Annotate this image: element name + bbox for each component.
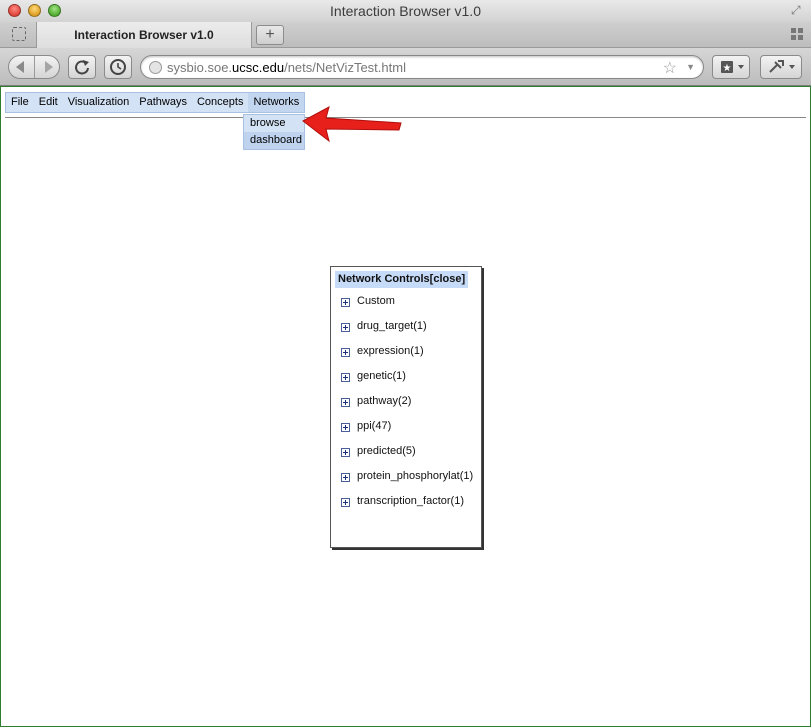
tab-overview-icon[interactable] [791, 28, 803, 40]
app-menubar: File Edit Visualization Pathways Concept… [5, 92, 306, 113]
networks-dropdown: browse dashboard [243, 114, 305, 150]
bookmarks-button[interactable]: ★ [712, 55, 750, 79]
expand-plus-icon[interactable] [341, 298, 350, 307]
menu-edit[interactable]: Edit [34, 93, 63, 112]
reload-button[interactable] [68, 55, 96, 79]
tree-label: genetic(1) [357, 370, 406, 382]
tree-label: predicted(5) [357, 445, 416, 457]
network-controls-panel: Network Controls[close] Custom drug_targ… [330, 266, 482, 548]
tab-favicon-icon [12, 27, 26, 41]
tree-label: ppi(47) [357, 420, 392, 432]
menu-item-dashboard[interactable]: dashboard [244, 132, 304, 149]
tools-button[interactable] [760, 55, 802, 79]
expand-plus-icon[interactable] [341, 498, 350, 507]
menu-pathways[interactable]: Pathways [134, 93, 192, 112]
menu-item-browse[interactable]: browse [244, 115, 304, 132]
tab-interaction-browser[interactable]: Interaction Browser v1.0 [36, 22, 252, 48]
history-nav [8, 55, 60, 79]
tab-bar: Interaction Browser v1.0 + [0, 22, 811, 48]
expand-plus-icon[interactable] [341, 398, 350, 407]
bookmarks-icon: ★ [721, 61, 744, 74]
new-tab-button[interactable]: + [256, 25, 284, 45]
browser-toolbar: sysbio.soe.ucsc.edu/nets/NetVizTest.html… [0, 48, 811, 86]
menu-file[interactable]: File [6, 93, 34, 112]
menu-concepts[interactable]: Concepts [192, 93, 248, 112]
tab-label: Interaction Browser v1.0 [74, 28, 214, 42]
forward-icon[interactable] [36, 56, 60, 78]
globe-icon [149, 61, 162, 74]
panel-title[interactable]: Network Controls[close] [335, 271, 469, 288]
tree-label: protein_phosphorylat(1) [357, 470, 474, 482]
back-icon[interactable] [9, 56, 33, 78]
address-bar[interactable]: sysbio.soe.ucsc.edu/nets/NetVizTest.html… [140, 55, 704, 79]
tree-label: Custom [357, 295, 395, 307]
page-viewport: File Edit Visualization Pathways Concept… [0, 86, 811, 727]
window-title: Interaction Browser v1.0 [330, 3, 481, 19]
expand-plus-icon[interactable] [341, 448, 350, 457]
tools-icon [769, 60, 795, 73]
expand-plus-icon[interactable] [341, 423, 350, 432]
menu-visualization[interactable]: Visualization [63, 93, 135, 112]
red-arrow-annotation [302, 106, 402, 143]
history-button[interactable] [104, 55, 132, 79]
clock-icon [110, 59, 126, 75]
svg-text:★: ★ [723, 63, 732, 74]
expand-plus-icon[interactable] [341, 473, 350, 482]
menu-networks[interactable]: Networks [248, 93, 305, 112]
tree-label: expression(1) [357, 345, 424, 357]
url-dropdown-icon[interactable]: ▼ [686, 62, 695, 72]
tree-label: transcription_factor(1) [357, 495, 464, 507]
fullscreen-icon[interactable]: ⤢ [791, 3, 805, 17]
expand-plus-icon[interactable] [341, 348, 350, 357]
window-titlebar: Interaction Browser v1.0 ⤢ [0, 0, 811, 22]
url-text: sysbio.soe.ucsc.edu/nets/NetVizTest.html [167, 60, 406, 75]
bookmark-star-icon[interactable]: ☆ [663, 58, 677, 78]
expand-plus-icon[interactable] [341, 373, 350, 382]
reload-icon [75, 60, 89, 75]
tree-label: pathway(2) [357, 395, 412, 407]
expand-plus-icon[interactable] [341, 323, 350, 332]
tree-label: drug_target(1) [357, 320, 427, 332]
